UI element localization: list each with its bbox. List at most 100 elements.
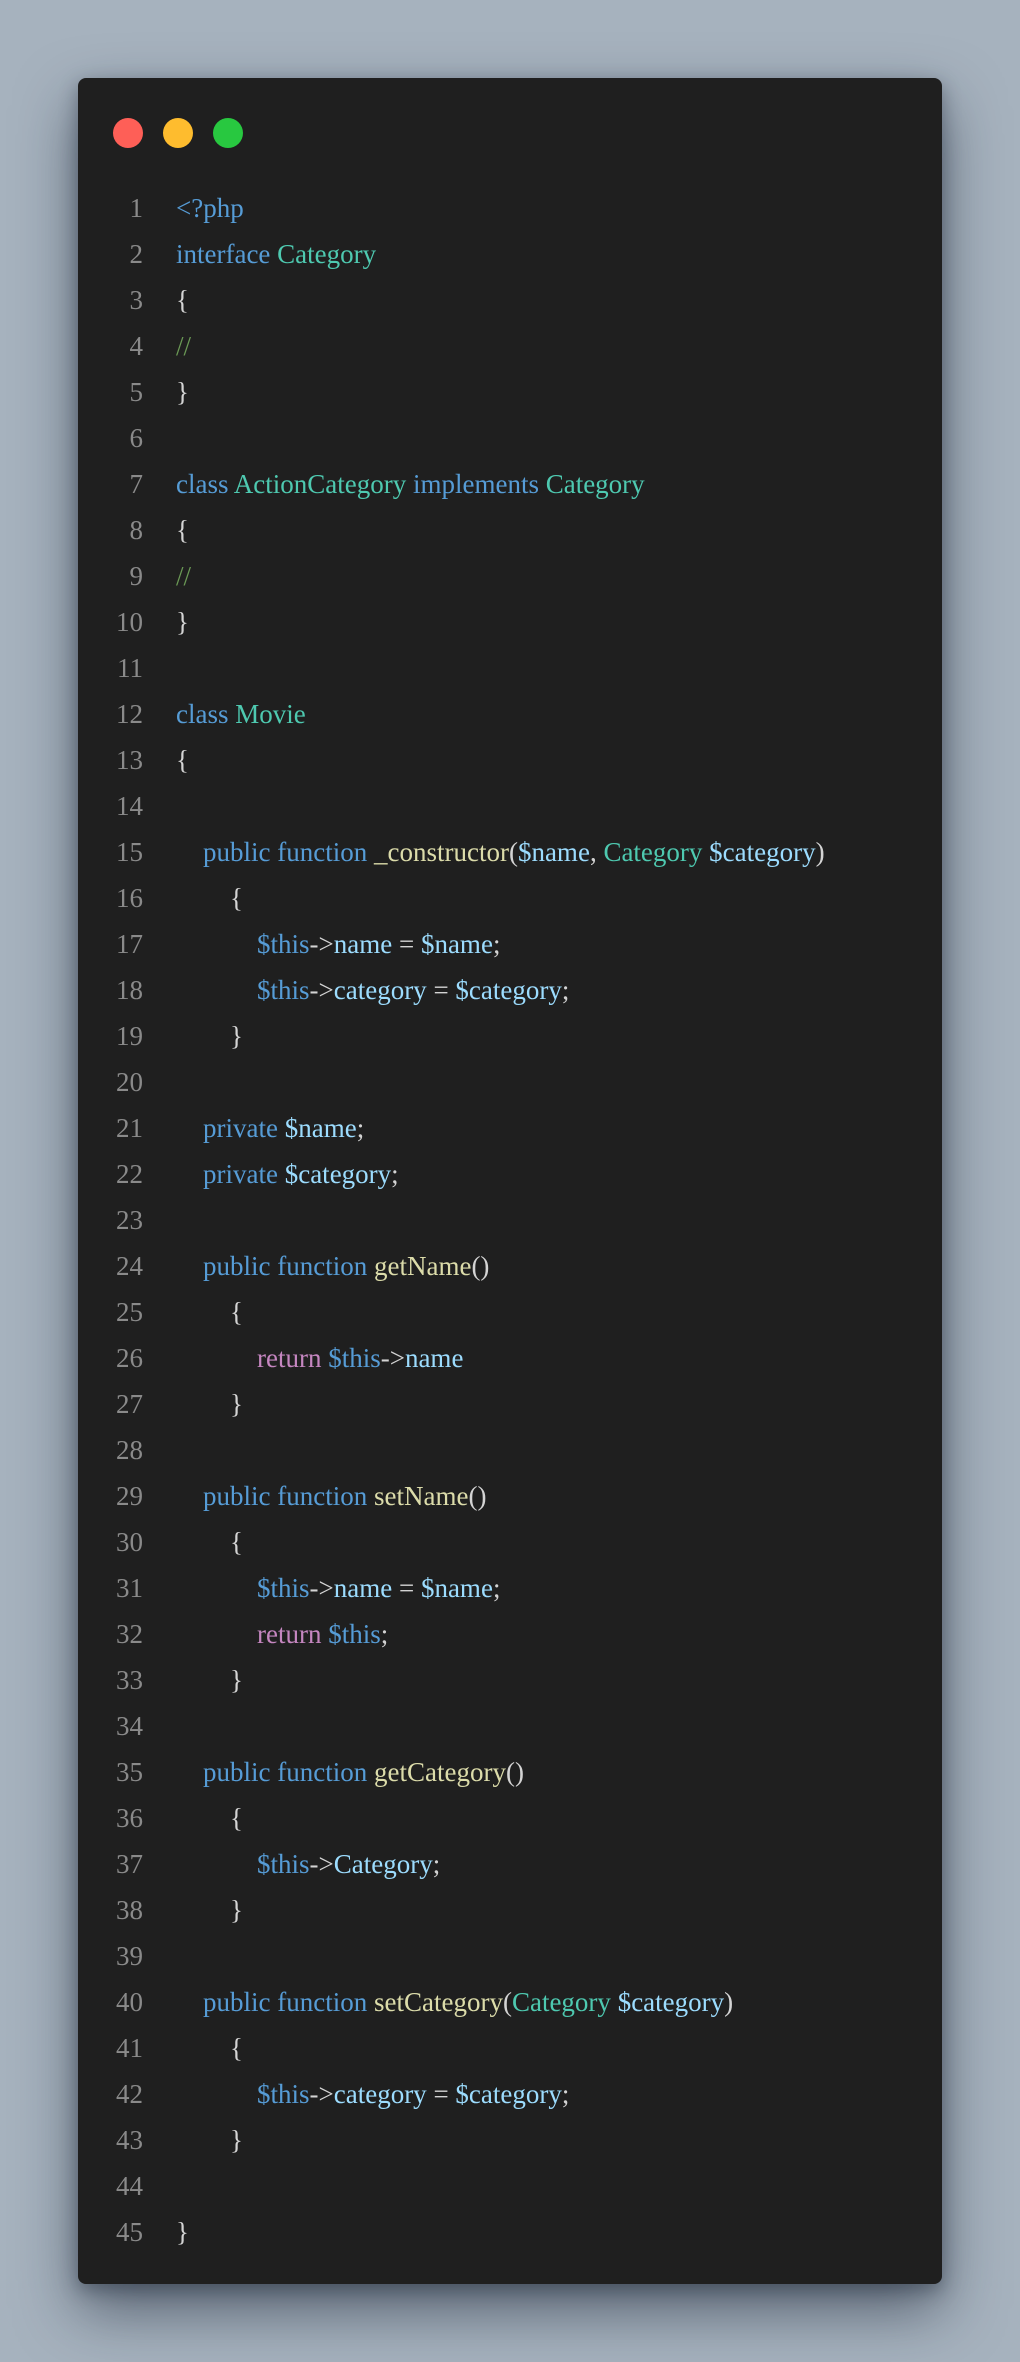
minimize-window-button[interactable] [163, 118, 193, 148]
code-line[interactable]: 36 { [78, 1795, 942, 1841]
line-number: 40 [116, 1987, 143, 2017]
line-number: 28 [116, 1435, 143, 1465]
code-text: } [143, 1013, 243, 1059]
line-number: 10 [116, 607, 143, 637]
code-line[interactable]: 32 return $this; [78, 1611, 942, 1657]
code-text: { [143, 2025, 243, 2071]
code-token: function [277, 1251, 368, 1281]
code-line[interactable]: 18 $this->category = $category; [78, 967, 942, 1013]
code-line[interactable]: 38 } [78, 1887, 942, 1933]
code-line[interactable]: 39 [78, 1933, 942, 1979]
code-text: interface Category [143, 231, 376, 277]
code-text: { [143, 875, 243, 921]
line-number: 32 [116, 1619, 143, 1649]
code-line[interactable]: 25 { [78, 1289, 942, 1335]
code-line[interactable]: 8{ [78, 507, 942, 553]
code-token: { [176, 745, 189, 775]
code-line[interactable]: 23 [78, 1197, 942, 1243]
code-token: { [230, 2033, 243, 2063]
code-line[interactable]: 20 [78, 1059, 942, 1105]
code-token: { [230, 1803, 243, 1833]
code-line[interactable]: 33 } [78, 1657, 942, 1703]
code-line[interactable]: 9 // [78, 553, 942, 599]
code-line[interactable]: 22 private $category; [78, 1151, 942, 1197]
code-token: = [426, 975, 456, 1005]
code-line[interactable]: 3{ [78, 277, 942, 323]
line-number: 36 [116, 1803, 143, 1833]
code-token: } [176, 377, 189, 407]
line-number: 4 [129, 331, 144, 361]
code-token: setCategory [373, 1987, 503, 2017]
code-line[interactable]: 5} [78, 369, 942, 415]
line-number: 22 [116, 1159, 143, 1189]
line-number: 15 [116, 837, 143, 867]
line-number: 34 [116, 1711, 143, 1741]
code-line[interactable]: 35 public function getCategory() [78, 1749, 942, 1795]
code-token: Movie [235, 699, 306, 729]
code-line[interactable]: 21 private $name; [78, 1105, 942, 1151]
line-number: 43 [116, 2125, 143, 2155]
code-line[interactable]: 13 { [78, 737, 942, 783]
close-window-button[interactable] [113, 118, 143, 148]
code-line[interactable]: 14 [78, 783, 942, 829]
code-line[interactable]: 16 { [78, 875, 942, 921]
code-token: () [505, 1757, 524, 1787]
code-token: $category [617, 1987, 725, 2017]
code-line[interactable]: 37 $this->Category; [78, 1841, 942, 1887]
code-line[interactable]: 31 $this->name = $name; [78, 1565, 942, 1611]
code-token: -> [309, 929, 334, 959]
code-token: ; [561, 975, 570, 1005]
code-line[interactable]: 24 public function getName() [78, 1243, 942, 1289]
code-line[interactable]: 10} [78, 599, 942, 645]
code-text: $this->name = $name; [143, 1565, 500, 1611]
code-line[interactable]: 42 $this->category = $category; [78, 2071, 942, 2117]
code-line[interactable]: 34 [78, 1703, 942, 1749]
code-line[interactable]: 15 public function _constructor($name, C… [78, 829, 942, 875]
code-line[interactable]: 27 } [78, 1381, 942, 1427]
code-line[interactable]: 44 [78, 2163, 942, 2209]
code-line[interactable]: 4 // [78, 323, 942, 369]
code-line[interactable]: 17 $this->name = $name; [78, 921, 942, 967]
code-line[interactable]: 45} [78, 2209, 942, 2255]
code-line[interactable]: 28 [78, 1427, 942, 1473]
code-line[interactable]: 6 [78, 415, 942, 461]
code-line[interactable]: 12 class Movie [78, 691, 942, 737]
code-line[interactable]: 11 [78, 645, 942, 691]
code-line[interactable]: 1 <?php [78, 185, 942, 231]
code-token: = [426, 2079, 456, 2109]
code-line[interactable]: 40 public function setCategory(Category … [78, 1979, 942, 2025]
code-token: { [230, 1297, 243, 1327]
code-line[interactable]: 7 class ActionCategory implements Categor… [78, 461, 942, 507]
code-token: name [333, 1573, 393, 1603]
code-editor[interactable]: 1 <?php 2 interface Category 3{4//5} 6 7 class … [78, 185, 942, 2255]
code-token: Category [511, 1987, 611, 2017]
code-token: setName [373, 1481, 469, 1511]
code-text: $this->name = $name; [143, 921, 500, 967]
code-line[interactable]: 29 public function setName() [78, 1473, 942, 1519]
code-line[interactable]: 19 } [78, 1013, 942, 1059]
code-token: _constructor [373, 837, 509, 867]
line-number: 26 [116, 1343, 143, 1373]
line-number: 31 [116, 1573, 143, 1603]
code-line[interactable]: 30 { [78, 1519, 942, 1565]
code-line[interactable]: 41 { [78, 2025, 942, 2071]
maximize-window-button[interactable] [213, 118, 243, 148]
code-line[interactable]: 43 } [78, 2117, 942, 2163]
line-number: 3 [129, 285, 144, 315]
code-line[interactable]: 26 return $this->name [78, 1335, 942, 1381]
code-line[interactable]: 2 interface Category [78, 231, 942, 277]
